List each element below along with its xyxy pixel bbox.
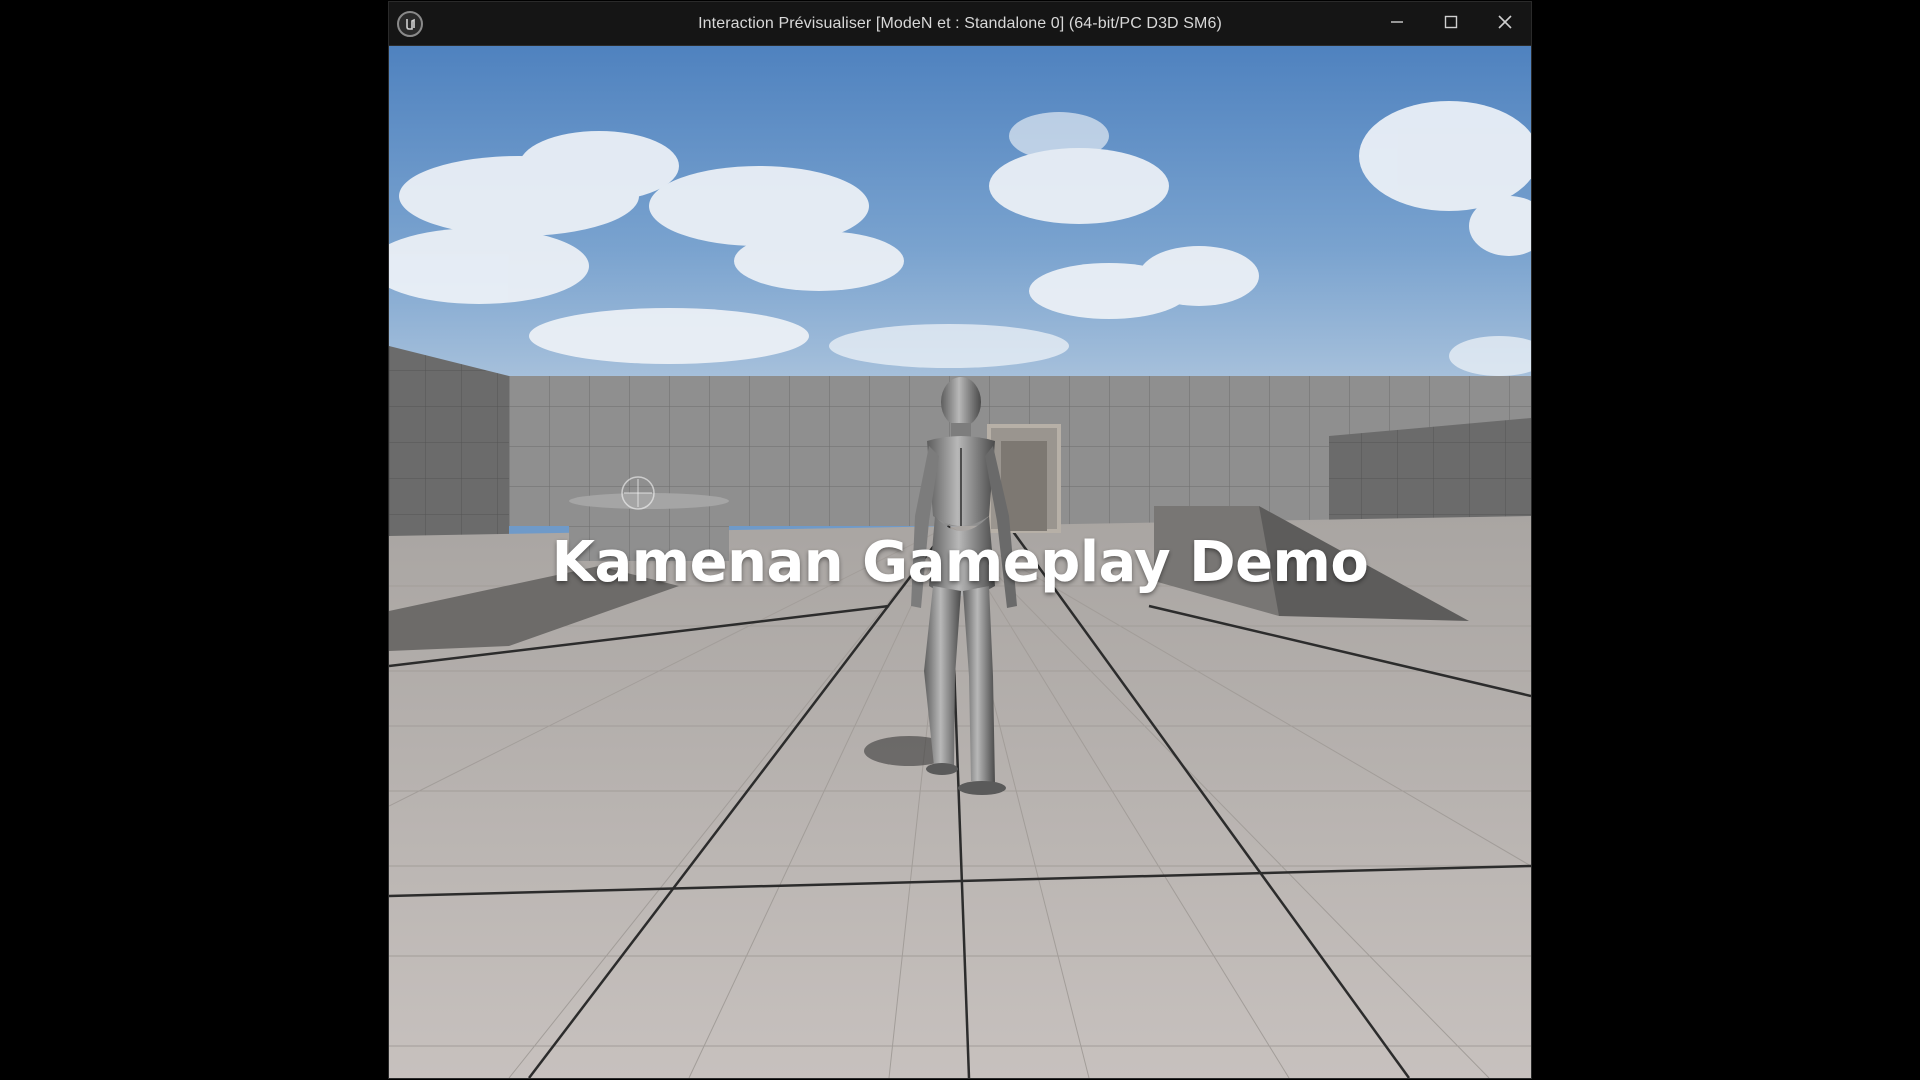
overlay-title: Kamenan Gameplay Demo (551, 530, 1369, 595)
crosshair-icon (619, 474, 657, 512)
left-wall (389, 346, 509, 556)
maximize-button[interactable] (1425, 2, 1477, 42)
window-title: Interaction Prévisualiser [ModeN et : St… (698, 15, 1222, 32)
game-viewport[interactable]: Kamenan Gameplay Demo (389, 46, 1531, 1078)
game-window: Interaction Prévisualiser [ModeN et : St… (389, 2, 1531, 1078)
close-button[interactable] (1479, 2, 1531, 42)
minimize-icon (1391, 21, 1403, 23)
maximize-icon (1444, 15, 1458, 29)
close-icon (1498, 15, 1512, 29)
title-bar[interactable]: Interaction Prévisualiser [ModeN et : St… (389, 2, 1531, 46)
minimize-button[interactable] (1371, 2, 1423, 42)
